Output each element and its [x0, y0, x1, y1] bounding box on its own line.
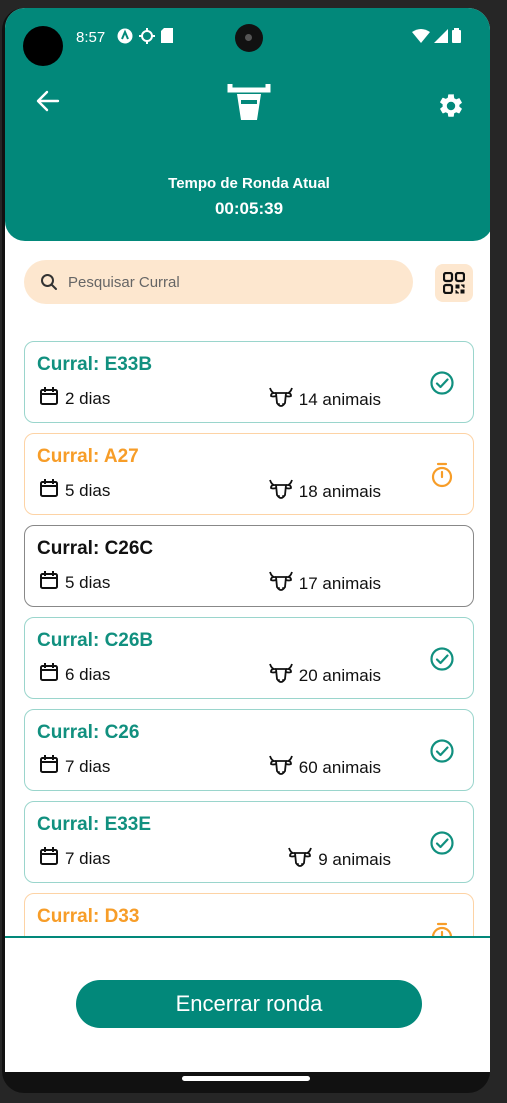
cow-icon: [268, 752, 299, 783]
pen-animals-label: 20 animais: [298, 665, 381, 685]
qr-code-scan-button[interactable]: [435, 264, 473, 302]
calendar-icon: [39, 754, 65, 779]
calendar-icon: [39, 662, 65, 687]
pen-animals: 60 animais: [268, 752, 381, 783]
status-time: 8:57: [76, 29, 106, 46]
pen-card[interactable]: Curral: E33B 2 dias 14 animais: [24, 341, 474, 423]
cow-icon: [268, 660, 299, 691]
pen-days-label: 5 dias: [65, 572, 111, 592]
pen-card[interactable]: Curral: A27 5 dias 18 animais: [24, 433, 474, 515]
search-icon: [41, 274, 57, 290]
camera-cutout: [23, 26, 63, 66]
cow-icon: [287, 844, 318, 875]
pen-title: Curral: C26C: [37, 538, 154, 559]
bottom-action-bar: Encerrar ronda: [5, 936, 490, 1072]
search-input[interactable]: [68, 273, 368, 291]
pen-animals: 18 animais: [268, 476, 381, 507]
calendar-icon: [39, 570, 65, 595]
qr-code-icon: [443, 272, 465, 294]
pen-days: 2 dias: [39, 386, 110, 411]
cow-icon: [268, 476, 299, 507]
pen-title: Curral: C26B: [37, 630, 154, 651]
app-notification-icon: [117, 28, 133, 44]
pen-days: 5 dias: [39, 478, 110, 503]
pen-days: 7 dias: [39, 846, 110, 871]
timer-icon: [429, 922, 455, 936]
pen-list: Curral: E33B 2 dias 14 animais Curral: A27 5…: [5, 328, 490, 936]
search-bar[interactable]: [24, 260, 413, 304]
status-notification-icons: [117, 28, 173, 44]
home-indicator[interactable]: [182, 1076, 310, 1081]
calendar-icon: [39, 846, 65, 871]
signal-icon: [434, 28, 448, 43]
timer-icon: [429, 462, 455, 488]
pen-title: Curral: C26: [37, 722, 140, 743]
status-bar: 8:57: [5, 8, 490, 66]
battery-icon: [452, 28, 461, 43]
check-circle-icon: [429, 738, 455, 764]
pen-days-label: 2 dias: [65, 388, 111, 408]
pen-animals-label: 18 animais: [298, 481, 381, 501]
pen-days: 6 dias: [39, 662, 110, 687]
cow-icon: [268, 384, 299, 415]
pen-card[interactable]: Curral: C26 7 dias 60 animais: [24, 709, 474, 791]
sd-card-icon: [161, 28, 173, 43]
pen-animals-label: 17 animais: [298, 573, 381, 593]
check-circle-icon: [429, 830, 455, 856]
check-circle-icon: [429, 370, 455, 396]
pen-title: Curral: D33: [37, 906, 140, 927]
app-logo-icon: [227, 80, 271, 124]
pen-card[interactable]: Curral: C26C 5 dias 17 animais: [24, 525, 474, 607]
settings-gear-icon[interactable]: [437, 92, 465, 120]
phone-bezel: 8:57 Tempo de Ronda Atual 00:05:39 Pesqu…: [2, 8, 490, 1093]
round-time-value: 00:05:39: [214, 199, 284, 218]
pen-days: 7 dias: [39, 754, 110, 779]
pen-animals-label: 14 animais: [298, 389, 381, 409]
pen-card[interactable]: Curral: C26B 6 dias 20 animais: [24, 617, 474, 699]
calendar-icon: [39, 386, 65, 411]
calendar-icon: [39, 478, 65, 503]
pen-days-label: 7 dias: [65, 756, 111, 776]
pen-days: 5 dias: [39, 570, 110, 595]
pen-animals-label: 60 animais: [298, 757, 381, 777]
back-arrow-icon[interactable]: [35, 88, 65, 118]
front-camera: [235, 24, 263, 52]
app-header: 8:57 Tempo de Ronda Atual 00:05:39: [5, 8, 490, 241]
round-time-label: Tempo de Ronda Atual: [168, 175, 330, 192]
settings-notification-icon: [139, 28, 155, 44]
pen-days-label: 5 dias: [65, 480, 111, 500]
device-frame: 8:57 Tempo de Ronda Atual 00:05:39 Pesqu…: [0, 0, 507, 1103]
pen-animals: 9 animais: [287, 844, 391, 875]
pen-animals: 17 animais: [268, 568, 381, 599]
pen-animals: 14 animais: [268, 384, 381, 415]
pen-animals: 20 animais: [268, 660, 381, 691]
wifi-icon: [412, 28, 430, 43]
pen-card[interactable]: Curral: D338 dias22 animais: [24, 893, 474, 936]
pen-title: Curral: E33B: [37, 354, 153, 375]
end-round-button[interactable]: Encerrar ronda: [76, 980, 422, 1028]
pen-card[interactable]: Curral: E33E 7 dias 9 animais: [24, 801, 474, 883]
check-circle-icon: [429, 646, 455, 672]
pen-days-label: 7 dias: [65, 848, 111, 868]
pen-title: Curral: A27: [37, 446, 139, 467]
status-system-icons: [412, 28, 461, 43]
pen-title: Curral: E33E: [37, 814, 152, 835]
app-screen: 8:57 Tempo de Ronda Atual 00:05:39 Pesqu…: [5, 8, 490, 1072]
pen-days-label: 6 dias: [65, 664, 111, 684]
pen-animals-label: 9 animais: [318, 849, 391, 869]
cow-icon: [268, 568, 299, 599]
